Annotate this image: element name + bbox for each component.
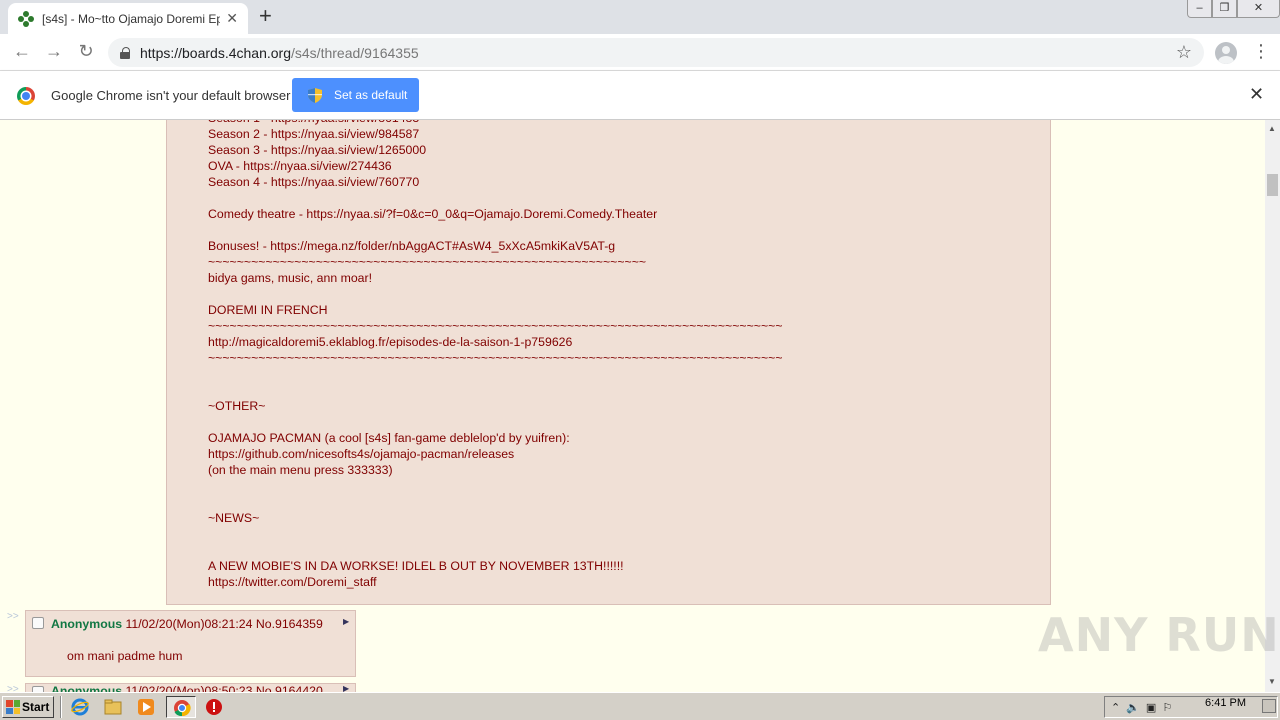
system-tray: ⌃ 🔈 ▣ ⚐ bbox=[1104, 696, 1278, 718]
post-menu-arrow-icon[interactable]: ▶ bbox=[343, 617, 349, 626]
url-path: /s4s/thread/9164355 bbox=[291, 44, 419, 61]
tab-close-icon[interactable]: ✕ bbox=[226, 10, 238, 27]
reply-post: Anonymous 11/02/20(Mon)08:50:23 No.91644… bbox=[25, 683, 356, 692]
op-post-line: Bonuses! - https://mega.nz/folder/nbAggA… bbox=[208, 239, 616, 253]
op-post-line: ~NEWS~ bbox=[208, 511, 260, 525]
op-post-line: Season 4 - https://nyaa.si/view/760770 bbox=[208, 175, 420, 189]
op-post-line: ~~~~~~~~~~~~~~~~~~~~~~~~~~~~~~~~~~~~~~~~… bbox=[208, 351, 783, 365]
infobar-close-icon[interactable]: ✕ bbox=[1249, 84, 1264, 105]
show-desktop-button[interactable] bbox=[1262, 699, 1276, 713]
op-post-line: bidya gams, music, ann moar! bbox=[208, 271, 373, 285]
restore-button[interactable]: ❐ bbox=[1212, 0, 1237, 18]
action-center-flag-icon[interactable]: ⚐ bbox=[1162, 701, 1172, 714]
scroll-thumb[interactable] bbox=[1267, 174, 1278, 196]
menu-dots-icon[interactable]: ⋮ bbox=[1252, 41, 1270, 61]
reply-arrow: >> bbox=[7, 611, 19, 622]
op-post-line: DOREMI IN FRENCH bbox=[208, 303, 328, 317]
op-post-line bbox=[208, 366, 1028, 382]
set-as-default-button[interactable]: Set as default bbox=[292, 78, 419, 112]
op-post-line bbox=[208, 542, 1028, 558]
infobar-message: Google Chrome isn't your default browser bbox=[51, 88, 291, 103]
op-post-line: OVA - https://nyaa.si/view/274436 bbox=[208, 159, 392, 173]
op-post-line: OJAMAJO PACMAN (a cool [s4s] fan-game de… bbox=[208, 431, 570, 445]
scroll-up-arrow-icon[interactable]: ▲ bbox=[1268, 124, 1276, 133]
stop-sign-icon[interactable] bbox=[205, 698, 223, 716]
browser-toolbar: ← → ↻ https://boards.4chan.org/s4s/threa… bbox=[0, 34, 1280, 71]
post-message: om mani padme hum bbox=[67, 649, 183, 663]
op-post-line bbox=[208, 382, 1028, 398]
post-select-checkbox[interactable] bbox=[32, 617, 44, 629]
uac-shield-icon bbox=[308, 87, 322, 103]
page-scrollbar[interactable]: ▲ ▼ bbox=[1265, 120, 1280, 692]
scroll-down-arrow-icon[interactable]: ▼ bbox=[1268, 677, 1276, 686]
address-bar[interactable]: https://boards.4chan.org/s4s/thread/9164… bbox=[108, 38, 1204, 67]
op-post-line: Comedy theatre - https://nyaa.si/?f=0&c=… bbox=[208, 207, 658, 221]
lock-icon bbox=[120, 46, 130, 59]
op-post-line bbox=[208, 494, 1028, 510]
taskbar-clock[interactable]: 6:41 PM bbox=[1205, 697, 1246, 709]
chrome-icon bbox=[174, 700, 191, 717]
start-label: Start bbox=[22, 700, 50, 714]
reply-arrow: >> bbox=[7, 684, 19, 692]
op-post-line: ~~~~~~~~~~~~~~~~~~~~~~~~~~~~~~~~~~~~~~~~… bbox=[208, 319, 783, 333]
windows-flag-icon bbox=[6, 700, 20, 714]
reply-post: Anonymous 11/02/20(Mon)08:21:24 No.91643… bbox=[25, 610, 356, 677]
post-info: Anonymous 11/02/20(Mon)08:50:23 No.91644… bbox=[51, 684, 323, 692]
op-post-line: ~OTHER~ bbox=[208, 399, 266, 413]
media-player-icon[interactable] bbox=[137, 698, 155, 716]
clover-icon bbox=[18, 10, 34, 27]
post-number-link[interactable]: No.9164420 bbox=[256, 684, 323, 692]
op-post-line bbox=[208, 286, 1028, 302]
internet-explorer-icon[interactable] bbox=[71, 698, 89, 716]
window-controls: – ❐ ✕ bbox=[1187, 0, 1280, 18]
op-post-line bbox=[208, 190, 1028, 206]
page-viewport: Season 1 - https://nyaa.si/view/861483Se… bbox=[0, 120, 1265, 692]
anyrun-watermark: ANY RUN bbox=[1038, 608, 1280, 662]
close-window-button[interactable]: ✕ bbox=[1237, 0, 1280, 18]
start-button[interactable]: Start bbox=[2, 696, 54, 718]
post-info: Anonymous 11/02/20(Mon)08:21:24 No.91643… bbox=[51, 617, 323, 631]
poster-name: Anonymous bbox=[51, 684, 123, 692]
post-datetime: 11/02/20(Mon)08:21:24 bbox=[125, 617, 253, 631]
profile-avatar-icon[interactable] bbox=[1215, 42, 1237, 64]
op-post-line bbox=[208, 414, 1028, 430]
taskbar-separator bbox=[60, 696, 62, 718]
url-host: https://boards.4chan.org bbox=[140, 44, 291, 61]
browser-tab[interactable]: [s4s] - Mo~tto Ojamajo Doremi Ep. 5 ✕ bbox=[8, 3, 248, 34]
post-menu-arrow-icon[interactable]: ▶ bbox=[343, 684, 349, 692]
op-post-line bbox=[208, 222, 1028, 238]
bookmark-star-icon[interactable]: ☆ bbox=[1176, 42, 1192, 63]
browser-titlebar: [s4s] - Mo~tto Ojamajo Doremi Ep. 5 ✕ + … bbox=[0, 0, 1280, 34]
network-icon[interactable]: ▣ bbox=[1146, 701, 1156, 714]
op-post-line: https://twitter.com/Doremi_staff bbox=[208, 575, 377, 589]
set-as-default-label: Set as default bbox=[334, 88, 408, 102]
op-post-line bbox=[208, 526, 1028, 542]
op-post-line: A NEW MOBIE'S IN DA WORKSE! IDLEL B OUT … bbox=[208, 559, 624, 573]
op-post-line: Season 3 - https://nyaa.si/view/1265000 bbox=[208, 143, 427, 157]
reload-icon[interactable]: ↻ bbox=[74, 41, 98, 62]
op-post-line bbox=[208, 478, 1028, 494]
new-tab-icon[interactable]: + bbox=[259, 5, 272, 27]
forward-arrow-icon[interactable]: → bbox=[42, 41, 66, 62]
post-datetime: 11/02/20(Mon)08:50:23 bbox=[125, 684, 253, 692]
op-post-line: http://magicaldoremi5.eklablog.fr/episod… bbox=[208, 335, 573, 349]
op-post-message: Season 1 - https://nyaa.si/view/861483Se… bbox=[208, 120, 1028, 590]
op-post-line: Season 2 - https://nyaa.si/view/984587 bbox=[208, 127, 420, 141]
file-explorer-icon[interactable] bbox=[104, 698, 122, 716]
op-post-line: https://github.com/nicesofts4s/ojamajo-p… bbox=[208, 447, 515, 461]
tray-expand-icon[interactable]: ⌃ bbox=[1111, 701, 1120, 714]
windows-taskbar: Start ⌃ 🔈 ▣ ⚐ 6:41 PM bbox=[0, 692, 1280, 720]
default-browser-infobar: Google Chrome isn't your default browser… bbox=[0, 71, 1280, 120]
op-post-line: ~~~~~~~~~~~~~~~~~~~~~~~~~~~~~~~~~~~~~~~~… bbox=[208, 255, 647, 269]
volume-icon[interactable]: 🔈 bbox=[1126, 701, 1140, 714]
post-number-link[interactable]: No.9164359 bbox=[256, 617, 323, 631]
taskbar-chrome-button[interactable] bbox=[166, 696, 196, 718]
op-post-line: (on the main menu press 333333) bbox=[208, 463, 393, 477]
back-arrow-icon[interactable]: ← bbox=[10, 41, 34, 62]
poster-name: Anonymous bbox=[51, 617, 123, 631]
chrome-logo-icon bbox=[17, 87, 35, 105]
tab-title: [s4s] - Mo~tto Ojamajo Doremi Ep. 5 bbox=[42, 11, 221, 26]
minimize-button[interactable]: – bbox=[1187, 0, 1212, 18]
op-post: Season 1 - https://nyaa.si/view/861483Se… bbox=[166, 120, 1051, 605]
